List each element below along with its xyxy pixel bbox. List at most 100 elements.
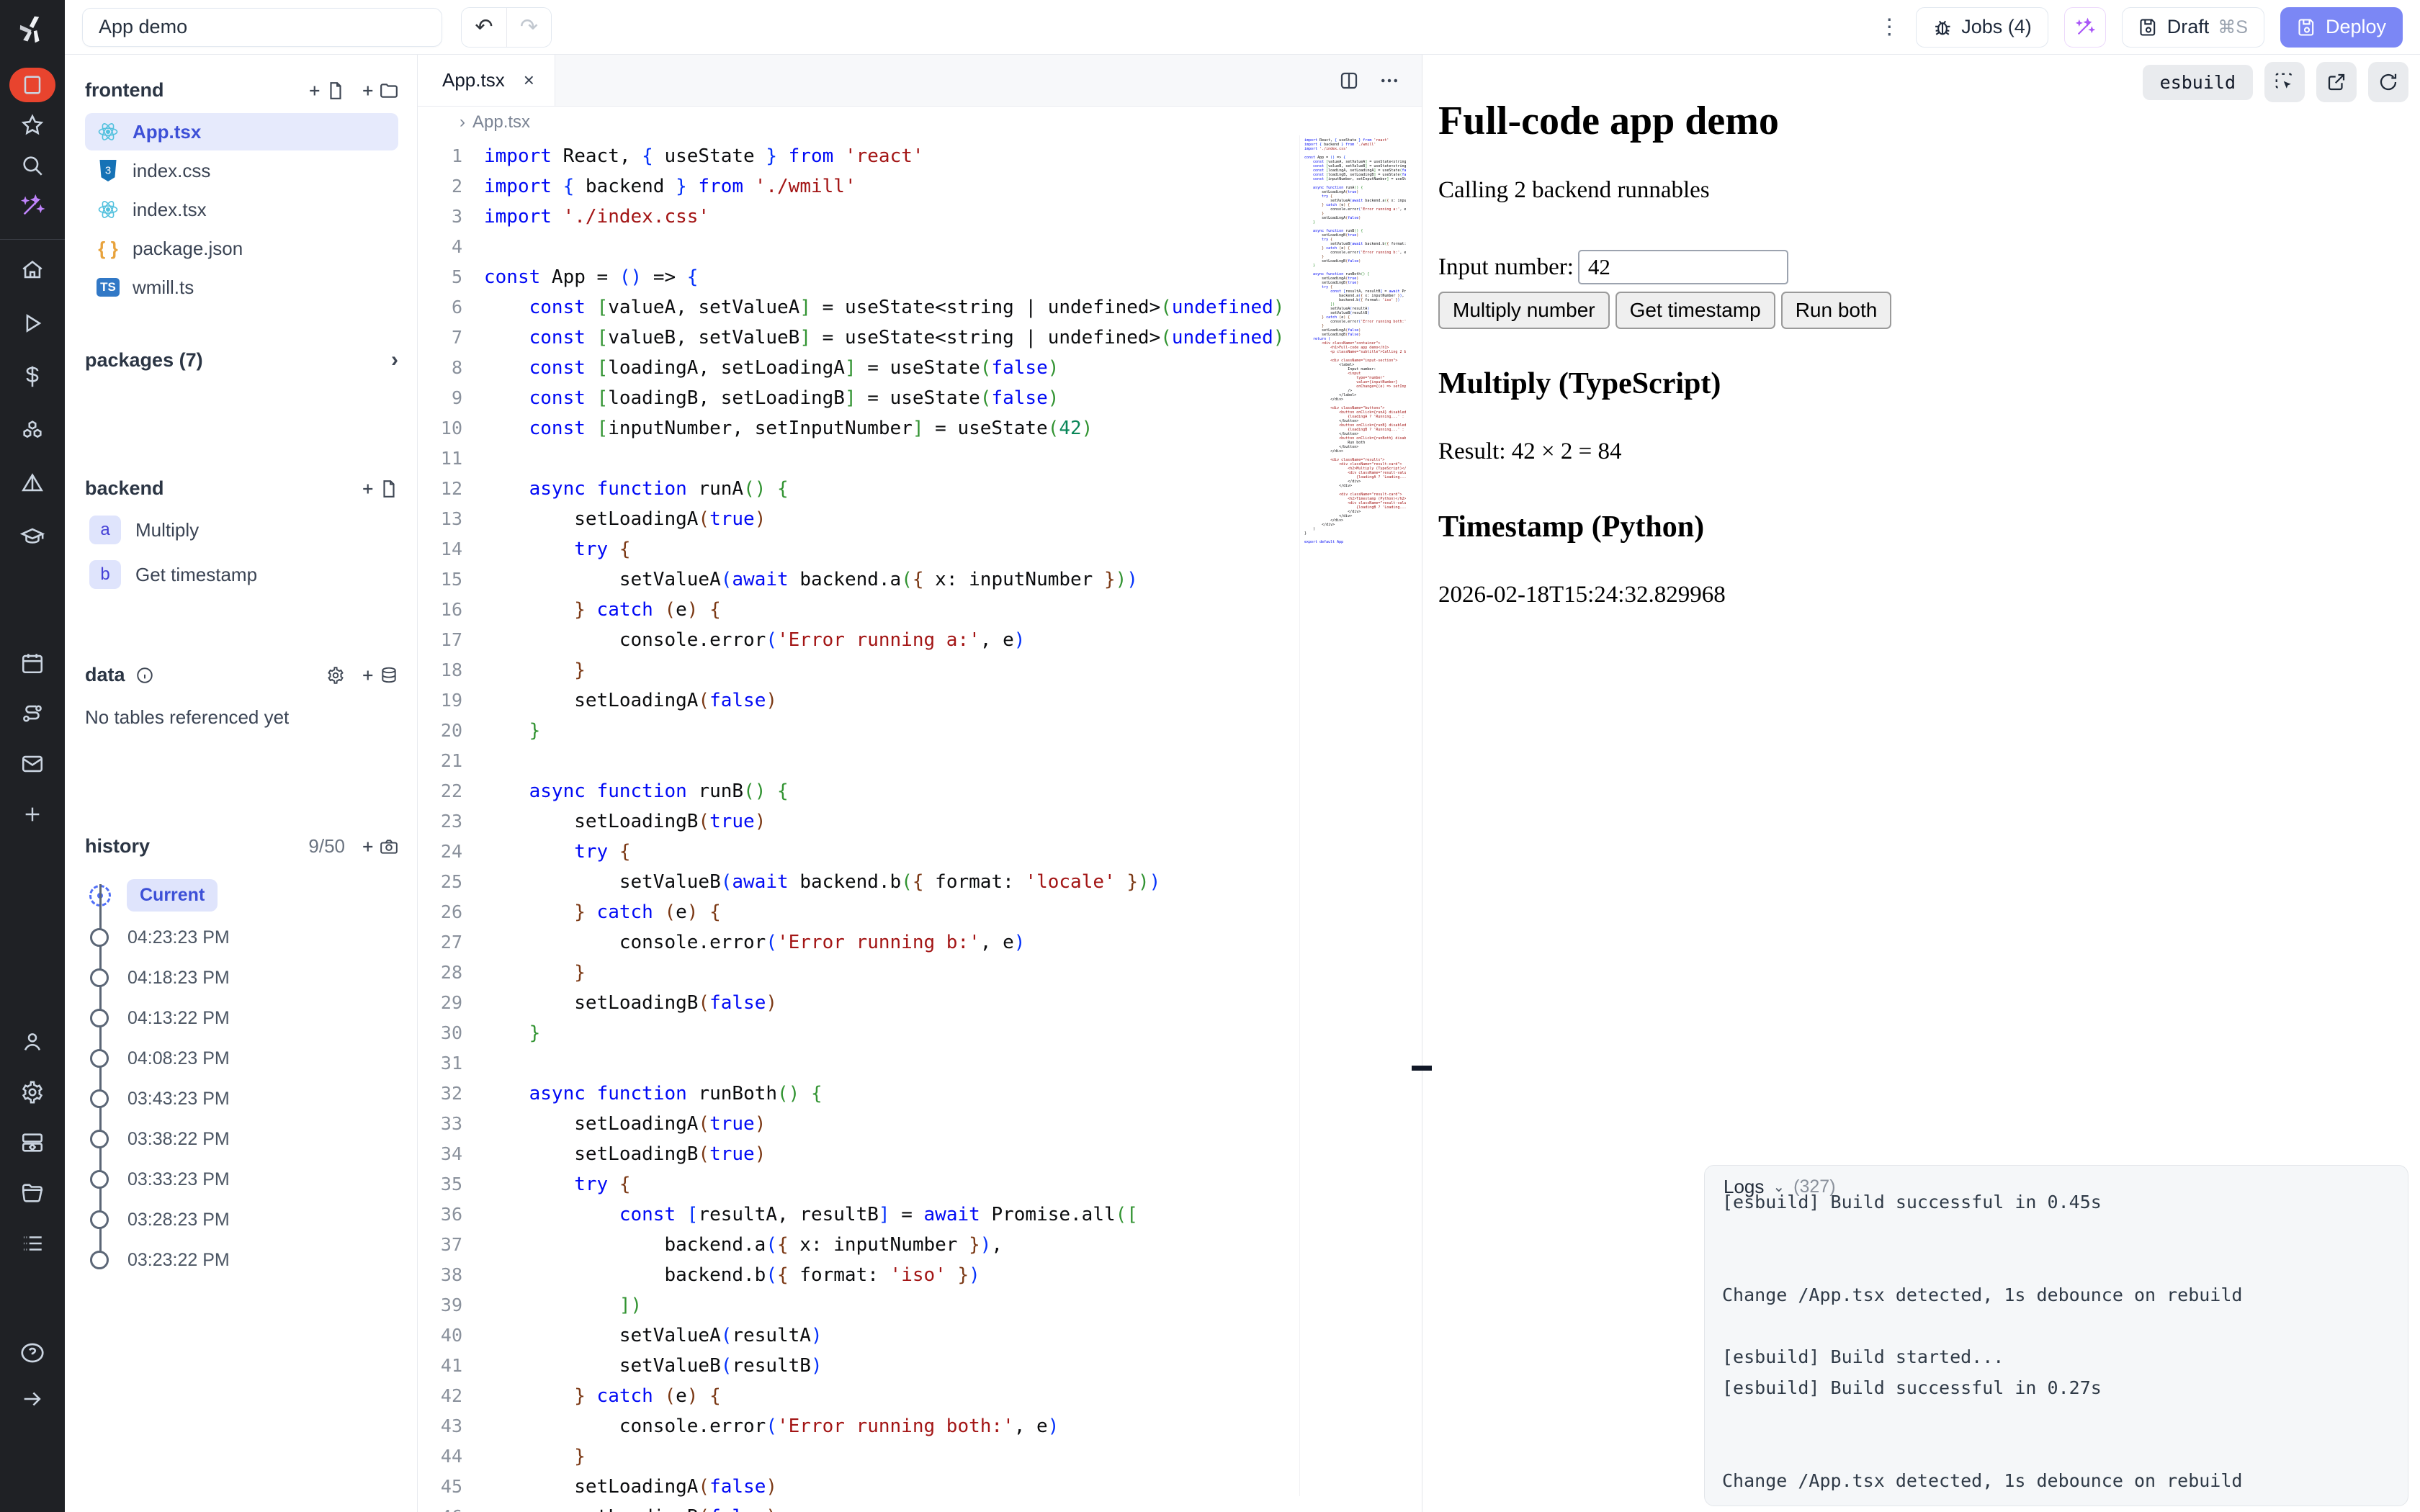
current-version-badge[interactable]: Current xyxy=(127,879,218,912)
learn-cap-icon[interactable] xyxy=(9,516,55,557)
preview-button-get-timestamp[interactable]: Get timestamp xyxy=(1615,292,1775,329)
workers-icon[interactable] xyxy=(9,1122,55,1163)
file-item-index-tsx[interactable]: index.tsx xyxy=(85,191,398,228)
code-line-16[interactable]: 16 } catch (e) { xyxy=(418,595,1300,625)
code-line-36[interactable]: 36 const [resultA, resultB] = await Prom… xyxy=(418,1200,1300,1230)
logs-chevron-icon[interactable]: ⌄ xyxy=(1773,1178,1785,1196)
code-line-23[interactable]: 23 setLoadingB(true) xyxy=(418,806,1300,837)
code-line-3[interactable]: 3import './index.css' xyxy=(418,202,1300,232)
code-line-40[interactable]: 40 setValueA(resultA) xyxy=(418,1320,1300,1351)
code-line-46[interactable]: 46 setLoadingB(false) xyxy=(418,1502,1300,1512)
history-entry[interactable]: 04:08:23 PM xyxy=(89,1038,398,1079)
pane-resize-handle[interactable] xyxy=(1412,1066,1432,1071)
history-entry[interactable]: 04:23:23 PM xyxy=(89,917,398,958)
code-line-32[interactable]: 32 async function runBoth() { xyxy=(418,1079,1300,1109)
code-line-37[interactable]: 37 backend.a({ x: inputNumber }), xyxy=(418,1230,1300,1260)
file-item-App-tsx[interactable]: App.tsx xyxy=(85,113,398,150)
jobs-button[interactable]: Jobs (4) xyxy=(1916,7,2048,48)
code-line-25[interactable]: 25 setValueB(await backend.b({ format: '… xyxy=(418,867,1300,897)
mail-icon[interactable] xyxy=(9,744,55,784)
schedules-calendar-icon[interactable] xyxy=(9,643,55,683)
code-line-44[interactable]: 44 } xyxy=(418,1441,1300,1472)
backend-item-a[interactable]: aMultiply xyxy=(85,510,398,550)
code-line-19[interactable]: 19 setLoadingA(false) xyxy=(418,685,1300,716)
breadcrumb[interactable]: › App.tsx xyxy=(418,107,1422,138)
app-name-input[interactable] xyxy=(82,8,442,47)
history-entry[interactable]: 03:38:22 PM xyxy=(89,1119,398,1159)
routes-icon[interactable] xyxy=(9,693,55,734)
code-line-8[interactable]: 8 const [loadingA, setLoadingA] = useSta… xyxy=(418,353,1300,383)
add-file-icon[interactable] xyxy=(308,81,345,100)
logs-title[interactable]: Logs xyxy=(1724,1176,1764,1198)
code-line-39[interactable]: 39 ]) xyxy=(418,1290,1300,1320)
editor-more-icon[interactable] xyxy=(1379,70,1400,91)
code-line-10[interactable]: 10 const [inputNumber, setInputNumber] =… xyxy=(418,413,1300,444)
add-plus-icon[interactable] xyxy=(9,794,55,834)
undo-button[interactable]: ↶ xyxy=(462,8,506,47)
code-line-7[interactable]: 7 const [valueB, setValueB] = useState<s… xyxy=(418,323,1300,353)
folders-icon[interactable] xyxy=(9,1173,55,1213)
code-line-2[interactable]: 2import { backend } from './wmill' xyxy=(418,171,1300,202)
code-line-6[interactable]: 6 const [valueA, setValueA] = useState<s… xyxy=(418,292,1300,323)
minimap[interactable]: import React, { useState } from 'react'i… xyxy=(1299,135,1406,1496)
history-entry[interactable]: 04:13:22 PM xyxy=(89,998,398,1038)
code-line-43[interactable]: 43 console.error('Error running both:', … xyxy=(418,1411,1300,1441)
favorites-star-icon[interactable] xyxy=(9,105,55,145)
history-entry[interactable]: 03:23:22 PM xyxy=(89,1240,398,1280)
apps-active-icon[interactable] xyxy=(9,65,55,105)
code-line-12[interactable]: 12 async function runA() { xyxy=(418,474,1300,504)
code-line-20[interactable]: 20 } xyxy=(418,716,1300,746)
data-settings-gear-icon[interactable] xyxy=(326,666,345,685)
code-line-30[interactable]: 30 } xyxy=(418,1018,1300,1048)
code-line-41[interactable]: 41 setValueB(resultB) xyxy=(418,1351,1300,1381)
help-icon[interactable] xyxy=(9,1333,55,1373)
file-item-package-json[interactable]: { }package.json xyxy=(85,230,398,267)
home-icon[interactable] xyxy=(9,250,55,290)
code-line-45[interactable]: 45 setLoadingA(false) xyxy=(418,1472,1300,1502)
code-line-21[interactable]: 21 xyxy=(418,746,1300,776)
add-folder-icon[interactable] xyxy=(361,81,398,100)
code-line-28[interactable]: 28 } xyxy=(418,958,1300,988)
history-entry[interactable]: 03:43:23 PM xyxy=(89,1079,398,1119)
windmill-logo-icon[interactable] xyxy=(17,12,48,48)
code-line-34[interactable]: 34 setLoadingB(true) xyxy=(418,1139,1300,1169)
file-item-wmill-ts[interactable]: TSwmill.ts xyxy=(85,269,398,306)
code-line-18[interactable]: 18 } xyxy=(418,655,1300,685)
esbuild-badge[interactable]: esbuild xyxy=(2143,65,2253,100)
pricing-icon[interactable] xyxy=(9,356,55,397)
code-line-35[interactable]: 35 try { xyxy=(418,1169,1300,1200)
expand-arrow-icon[interactable] xyxy=(9,1379,55,1419)
add-table-icon[interactable] xyxy=(361,666,398,685)
code-line-29[interactable]: 29 setLoadingB(false) xyxy=(418,988,1300,1018)
audit-list-icon[interactable] xyxy=(9,1223,55,1264)
runs-icon[interactable] xyxy=(9,303,55,343)
preview-button-multiply-number[interactable]: Multiply number xyxy=(1438,292,1610,329)
ai-assistant-button[interactable] xyxy=(2064,7,2106,48)
add-runnable-icon[interactable] xyxy=(361,480,398,498)
inspect-select-icon[interactable] xyxy=(2264,62,2305,102)
code-line-11[interactable]: 11 xyxy=(418,444,1300,474)
code-line-26[interactable]: 26 } catch (e) { xyxy=(418,897,1300,927)
packages-section-header[interactable]: packages (7) › xyxy=(85,348,398,372)
code-line-4[interactable]: 4 xyxy=(418,232,1300,262)
add-snapshot-icon[interactable] xyxy=(361,837,398,856)
code-line-13[interactable]: 13 setLoadingA(true) xyxy=(418,504,1300,534)
packages-cubes-icon[interactable] xyxy=(9,410,55,450)
tab-app-tsx[interactable]: App.tsx × xyxy=(418,55,555,106)
code-line-31[interactable]: 31 xyxy=(418,1048,1300,1079)
code-line-5[interactable]: 5const App = () => { xyxy=(418,262,1300,292)
input-number-field[interactable] xyxy=(1578,250,1788,284)
code-line-15[interactable]: 15 setValueA(await backend.a({ x: inputN… xyxy=(418,564,1300,595)
split-editor-icon[interactable] xyxy=(1338,70,1360,91)
code-area[interactable]: 1import React, { useState } from 'react'… xyxy=(418,138,1422,1512)
history-entry[interactable]: 04:18:23 PM xyxy=(89,958,398,998)
search-icon[interactable] xyxy=(9,145,55,186)
deploy-button[interactable]: Deploy xyxy=(2280,7,2403,48)
refresh-icon[interactable] xyxy=(2368,62,2408,102)
open-external-icon[interactable] xyxy=(2316,62,2357,102)
code-line-14[interactable]: 14 try { xyxy=(418,534,1300,564)
code-line-22[interactable]: 22 async function runB() { xyxy=(418,776,1300,806)
logs-body[interactable]: [esbuild] Build successful in 0.45s Chan… xyxy=(1705,1187,2408,1506)
code-line-17[interactable]: 17 console.error('Error running a:', e) xyxy=(418,625,1300,655)
preview-button-run-both[interactable]: Run both xyxy=(1781,292,1892,329)
